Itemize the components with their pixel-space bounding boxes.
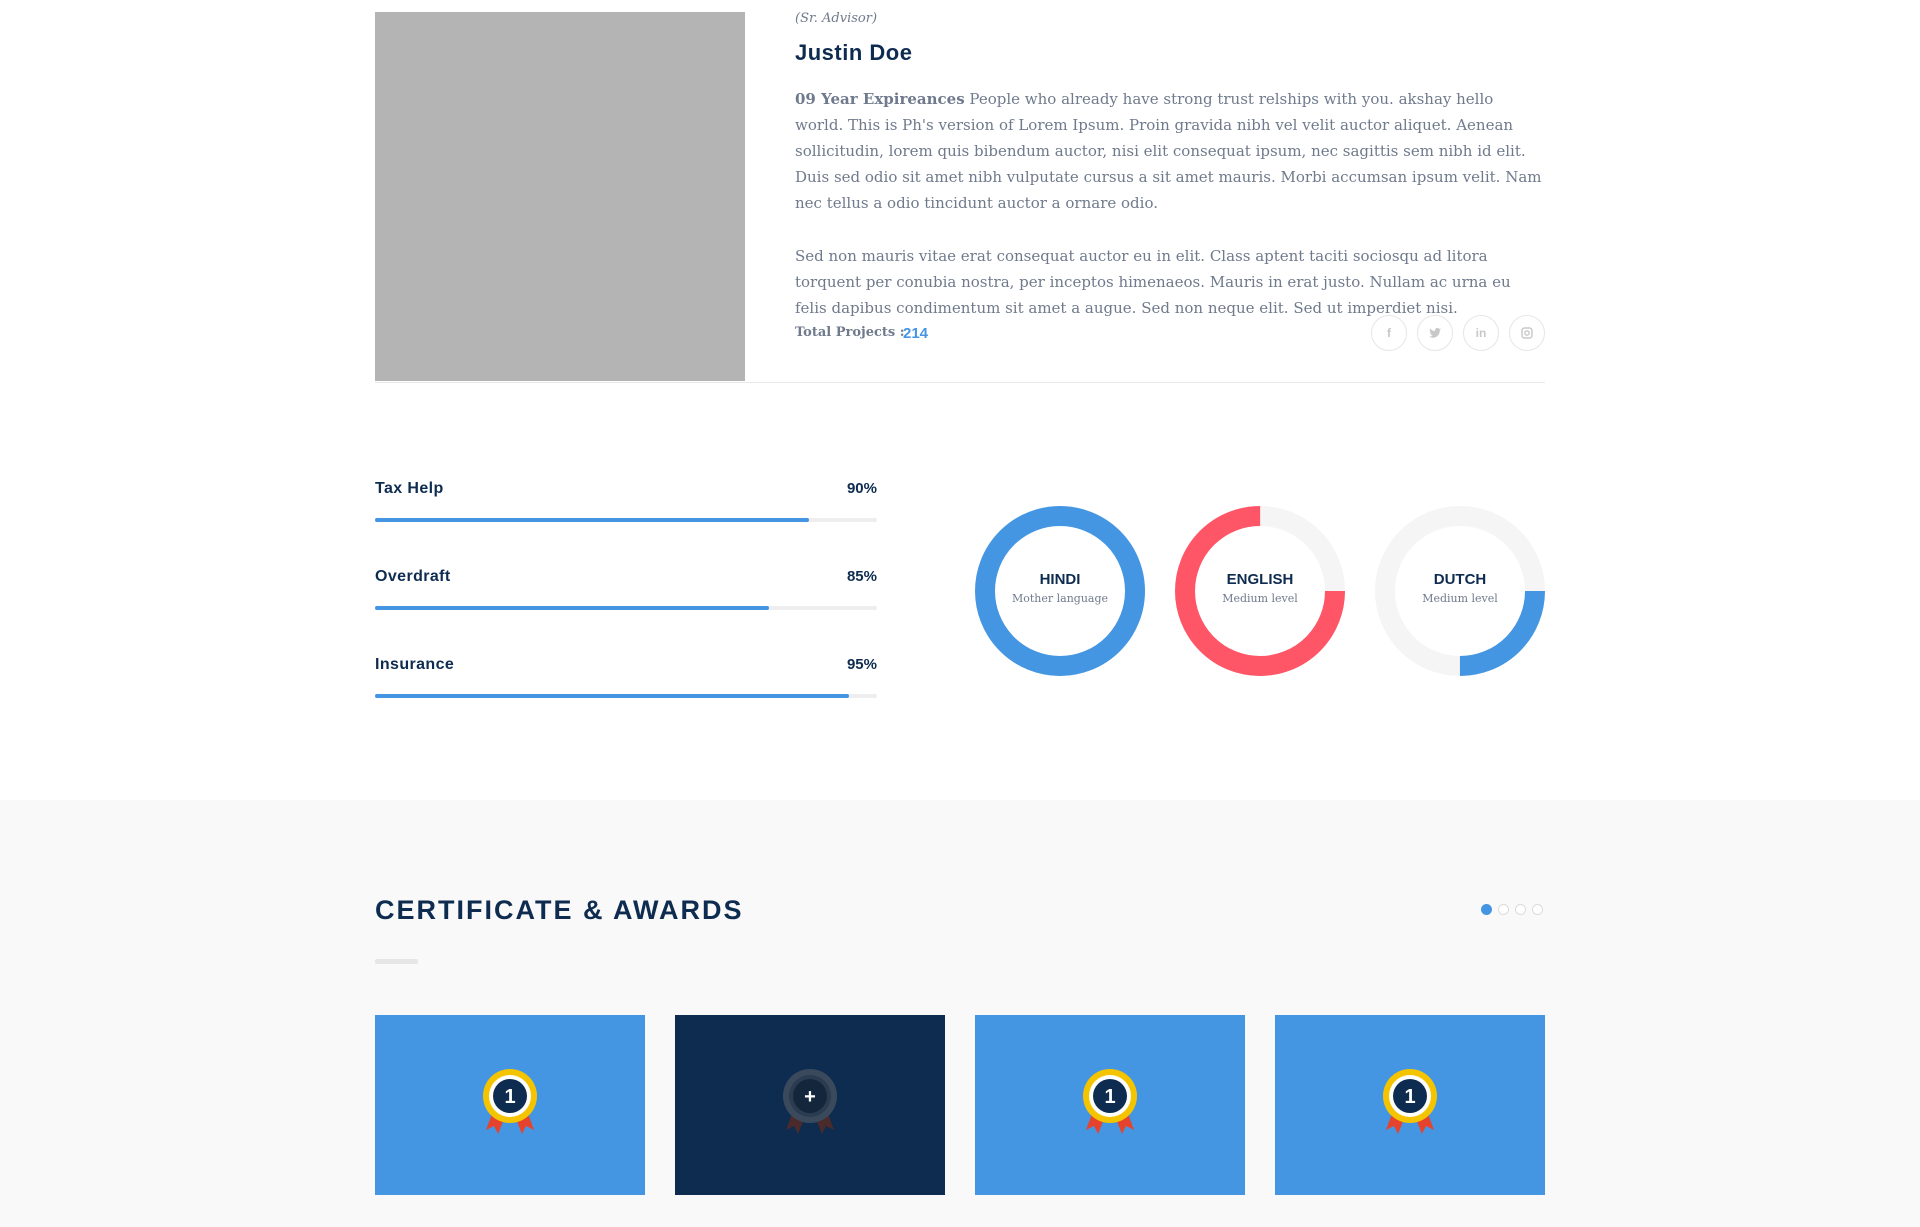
twitter-icon[interactable] [1417, 315, 1453, 351]
skill-progress-track [375, 694, 877, 698]
pager-dot[interactable] [1498, 904, 1509, 915]
pager-dot[interactable] [1532, 904, 1543, 915]
award-medal-plus-icon: + [780, 1068, 840, 1143]
pager-dot[interactable] [1481, 904, 1492, 915]
linkedin-icon[interactable]: in [1463, 315, 1499, 351]
skill-title: Tax Help [375, 480, 444, 497]
medal-number: 1 [1404, 1086, 1415, 1108]
experience-label: 09 Year Expireances [795, 90, 965, 108]
profile-name: Justin Doe [795, 40, 913, 65]
bio-text-1: People who already have strong trust rel… [795, 90, 1542, 212]
title-underline [375, 959, 418, 964]
skill-percent: 95% [846, 656, 877, 673]
medal-number: 1 [504, 1086, 515, 1108]
award-medal-icon: 1 [1080, 1068, 1140, 1143]
language-ring-hindi: HINDI Mother language [975, 506, 1145, 676]
profile-photo [375, 12, 745, 381]
medal-number: 1 [1104, 1086, 1115, 1108]
skill-progress-fill [375, 694, 850, 698]
language-level: Medium level [1222, 592, 1298, 605]
profile-role: (Sr. Advisor) [795, 11, 878, 26]
skills-section: Tax Help 90% Overdraft 85% Insurance 95%… [375, 478, 1545, 718]
profile-bio: 09 Year Expireances People who already h… [795, 86, 1545, 216]
instagram-icon[interactable] [1509, 315, 1545, 351]
certificate-card[interactable]: 1 [1275, 1015, 1545, 1195]
skill-title: Insurance [375, 656, 455, 673]
profile-stats: Total Projects : 214 f in [795, 315, 1545, 351]
skill-progress-track [375, 606, 877, 610]
profile-section: (Sr. Advisor) Justin Doe 09 Year Expirea… [375, 12, 1545, 383]
skill-percent: 90% [846, 480, 877, 497]
language-ring-dutch: DUTCH Medium level [1375, 506, 1545, 676]
pager-dot[interactable] [1515, 904, 1526, 915]
skill-progress-track [375, 518, 877, 522]
certificate-card[interactable]: + [675, 1015, 945, 1195]
language-level: Medium level [1422, 592, 1498, 605]
social-links: f in [1371, 315, 1545, 351]
profile-info: (Sr. Advisor) Justin Doe 09 Year Expirea… [795, 11, 1545, 351]
certificates-section [0, 800, 1920, 1227]
carousel-pager [1481, 904, 1543, 915]
facebook-icon[interactable]: f [1371, 315, 1407, 351]
skill-progress-fill [375, 518, 810, 522]
skill-percent: 85% [846, 568, 877, 585]
certificate-card[interactable]: 1 [975, 1015, 1245, 1195]
skill-progress-fill [375, 606, 770, 610]
language-ring-english: ENGLISH Medium level [1175, 506, 1345, 676]
certificate-card[interactable]: 1 [375, 1015, 645, 1195]
total-projects-value: 214 [903, 325, 929, 342]
language-name: DUTCH [1433, 571, 1487, 588]
language-level: Mother language [1011, 592, 1109, 605]
award-medal-icon: 1 [1380, 1068, 1440, 1143]
award-medal-icon: 1 [480, 1068, 540, 1143]
language-name: HINDI [1039, 571, 1081, 588]
total-projects-label: Total Projects : [795, 325, 905, 340]
language-name: ENGLISH [1226, 571, 1294, 588]
certificates-title: CERTIFICATE & AWARDS [375, 895, 744, 925]
medal-number: + [804, 1086, 816, 1108]
skill-title: Overdraft [375, 568, 451, 585]
bio-text-2: Sed non mauris vitae erat consequat auct… [795, 247, 1511, 317]
